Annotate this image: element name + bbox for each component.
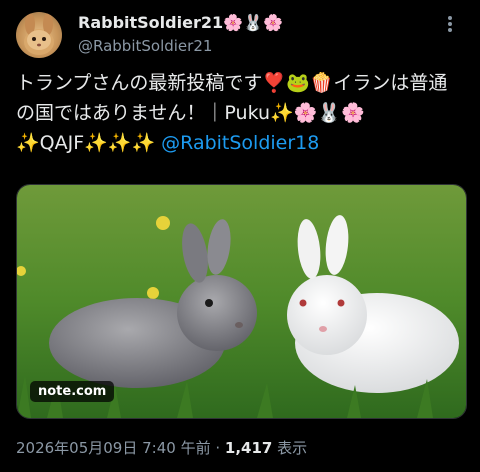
post-header: RabbitSoldier21🌸🐰🌸 @RabbitSoldier21: [12, 10, 468, 60]
rabbit-avatar-icon: [24, 13, 54, 55]
views-label: 表示: [277, 439, 308, 457]
views-count[interactable]: 1,417: [225, 439, 272, 457]
post-media-image[interactable]: note.com: [16, 184, 467, 419]
author-display-name[interactable]: RabbitSoldier21🌸🐰🌸: [78, 12, 283, 34]
author-avatar[interactable]: [16, 12, 62, 58]
mention-link[interactable]: @RabitSoldier18: [161, 132, 319, 154]
meta-separator: ·: [215, 439, 221, 457]
post-timestamp[interactable]: 2026年05月09日 7:40 午前: [16, 439, 211, 457]
post-meta: 2026年05月09日 7:40 午前 · 1,417 表示: [16, 437, 307, 458]
more-options-icon[interactable]: [438, 14, 462, 34]
post-text: トランプさんの最新投稿です❣️🐸🍿イランは普通の国ではありません！｜Puku✨🌸…: [16, 68, 466, 158]
author-handle[interactable]: @RabbitSoldier21: [78, 36, 283, 56]
media-source-badge[interactable]: note.com: [30, 381, 115, 402]
